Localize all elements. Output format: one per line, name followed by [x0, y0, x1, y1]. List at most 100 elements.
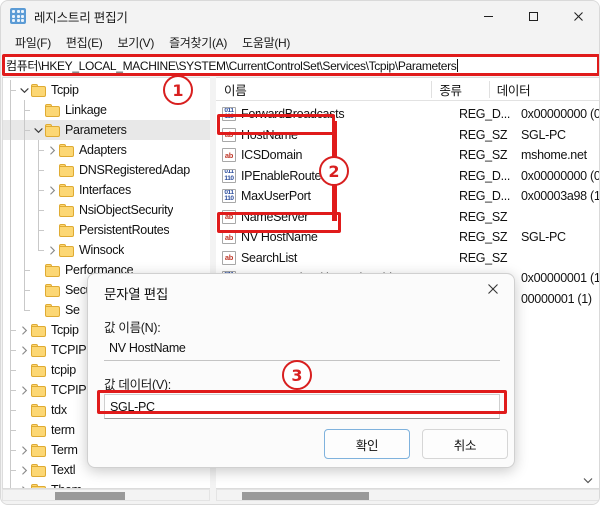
chevron-right-icon[interactable]	[45, 180, 59, 200]
string-value-icon: ab	[222, 230, 236, 245]
value-name-text: NV HostName	[109, 341, 186, 355]
folder-icon	[45, 283, 61, 297]
tree-hscrollbar[interactable]	[2, 489, 210, 501]
tree-item[interactable]: DNSRegisteredAdap	[3, 160, 210, 180]
address-input[interactable]: 컴퓨터\HKEY_LOCAL_MACHINE\SYSTEM\CurrentCon…	[2, 55, 599, 75]
tree-item-label: term	[51, 423, 75, 437]
list-hscroll-thumb[interactable]	[242, 492, 369, 500]
tree-item[interactable]: Linkage	[3, 100, 210, 120]
tree-item-label: Term	[51, 443, 78, 457]
ok-button[interactable]: 확인	[324, 429, 410, 459]
folder-icon	[59, 143, 75, 157]
value-data-cell: 0x00000001 (1)	[521, 271, 600, 286]
maximize-button[interactable]	[511, 1, 556, 31]
minimize-button[interactable]	[466, 1, 511, 31]
chevron-right-icon[interactable]	[17, 480, 31, 488]
scroll-down-chevron[interactable]	[581, 474, 595, 486]
value-data-cell: 0x00000000 (0)	[521, 168, 600, 183]
tree-item-label: Se	[65, 303, 80, 317]
tree-guide	[3, 120, 17, 140]
tree-item-label: tdx	[51, 403, 67, 417]
table-row[interactable]: ab NV HostName REG_SZ SGL-PC	[216, 227, 599, 248]
chevron-right-icon[interactable]	[17, 320, 31, 340]
value-type-cell: REG_SZ	[459, 148, 508, 163]
chevron-right-icon[interactable]	[17, 440, 31, 460]
folder-icon	[31, 323, 47, 337]
tree-item[interactable]: Parameters	[3, 120, 210, 140]
chevron-right-icon[interactable]	[17, 380, 31, 400]
tree-guide	[3, 80, 17, 100]
folder-icon	[45, 123, 61, 137]
tree-guide	[3, 300, 17, 320]
tree-guide	[17, 140, 31, 160]
tree-guide	[17, 280, 31, 300]
tree-item-label: Adapters	[79, 143, 127, 157]
value-type-cell: REG_SZ	[459, 209, 508, 224]
tree-item-label: Linkage	[65, 103, 107, 117]
table-row[interactable]: ab HostName REG_SZ SGL-PC	[216, 125, 599, 146]
menu-file[interactable]: 파일(F)	[8, 32, 59, 53]
tree-item-label: Winsock	[79, 243, 125, 257]
chevron-down-icon[interactable]	[31, 120, 45, 140]
tree-guide	[3, 480, 17, 488]
table-row[interactable]: ab ICSDomain REG_SZ mshome.net	[216, 145, 599, 166]
chevron-down-icon[interactable]	[17, 80, 31, 100]
table-row[interactable]: 011 110 MaxUserPort REG_D... 0x00003a98 (15	[216, 186, 599, 207]
cancel-button[interactable]: 취소	[422, 429, 508, 459]
menu-help[interactable]: 도움말(H)	[235, 32, 298, 53]
tree-item[interactable]: PersistentRoutes	[3, 220, 210, 240]
value-name-cell: NameServer	[241, 209, 309, 224]
tree-hscroll-thumb[interactable]	[55, 492, 125, 500]
table-row[interactable]: 011 110 ForwardBroadcasts REG_D... 0x0000000…	[216, 104, 599, 125]
menu-favorites[interactable]: 즐겨찾기(A)	[162, 32, 235, 53]
tree-guide	[3, 240, 17, 260]
close-button[interactable]	[556, 1, 599, 31]
tree-guide	[17, 100, 31, 120]
tree-item[interactable]: Winsock	[3, 240, 210, 260]
tree-item[interactable]: Tcpip	[3, 80, 210, 100]
value-data-label: 값 데이터(V):	[104, 378, 171, 392]
folder-icon	[31, 423, 47, 437]
tree-guide	[17, 200, 31, 220]
address-bar: 컴퓨터\HKEY_LOCAL_MACHINE\SYSTEM\CurrentCon…	[1, 53, 599, 77]
folder-icon	[59, 163, 75, 177]
dialog-close-button[interactable]	[472, 274, 514, 304]
value-name-input[interactable]: NV HostName	[104, 336, 500, 361]
tree-item[interactable]: Adapters	[3, 140, 210, 160]
tree-item[interactable]: Them	[3, 480, 210, 488]
tree-item-label: Tcpip	[51, 83, 79, 97]
table-row[interactable]: 011 110 IPEnableRouter REG_D... 0x00000000 (…	[216, 166, 599, 187]
folder-icon	[31, 343, 47, 357]
tree-guide	[31, 240, 45, 260]
value-name-cell: MaxUserPort	[241, 189, 311, 204]
menu-edit[interactable]: 편집(E)	[59, 32, 111, 53]
tree-item-label: NsiObjectSecurity	[79, 203, 174, 217]
menu-view[interactable]: 보기(V)	[110, 32, 162, 53]
tree-item-label: PersistentRoutes	[79, 223, 170, 237]
column-header-name[interactable]: 이름	[216, 78, 431, 101]
chevron-right-icon[interactable]	[17, 460, 31, 480]
column-header-type[interactable]: 종류	[431, 78, 488, 101]
tree-item[interactable]: NsiObjectSecurity	[3, 200, 210, 220]
tree-item[interactable]: Interfaces	[3, 180, 210, 200]
list-hscrollbar[interactable]	[216, 489, 599, 501]
tree-item-label: tcpip	[51, 363, 76, 377]
folder-icon	[59, 203, 75, 217]
table-row[interactable]: ab SearchList REG_SZ	[216, 248, 599, 269]
chevron-right-icon[interactable]	[45, 240, 59, 260]
value-type-cell: REG_SZ	[459, 250, 508, 265]
value-name-cell: HostName	[241, 127, 298, 142]
value-data-input[interactable]: SGL-PC	[104, 394, 500, 419]
tree-guide	[3, 100, 17, 120]
folder-icon	[45, 263, 61, 277]
dword-value-icon: 011110	[222, 107, 236, 122]
column-header-data[interactable]: 데이터	[488, 78, 599, 101]
address-text: 컴퓨터\HKEY_LOCAL_MACHINE\SYSTEM\CurrentCon…	[6, 58, 457, 73]
chevron-right-icon[interactable]	[17, 340, 31, 360]
table-row[interactable]: ab NameServer REG_SZ	[216, 207, 599, 228]
chevron-right-icon[interactable]	[45, 140, 59, 160]
tree-item-label: DNSRegisteredAdap	[79, 163, 190, 177]
tree-guide	[31, 140, 45, 160]
